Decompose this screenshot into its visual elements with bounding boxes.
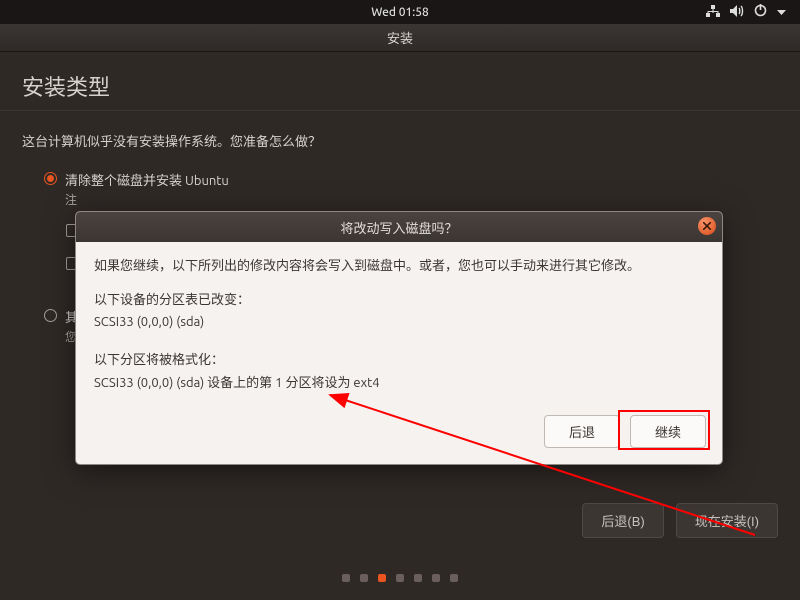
back-button[interactable]: 后退(B) (582, 503, 663, 538)
window-title: 安装 (387, 28, 413, 47)
chevron-down-icon[interactable] (777, 6, 786, 19)
window-titlebar: 安装 (0, 24, 800, 52)
install-now-button[interactable]: 现在安装(I) (676, 503, 778, 538)
radio-other[interactable] (44, 309, 57, 322)
volume-icon[interactable] (730, 5, 744, 20)
dialog-intro: 如果您继续，以下所列出的修改内容将会写入到磁盘中。或者，您也可以手动来进行其它修… (94, 256, 704, 276)
network-icon[interactable] (706, 5, 720, 20)
fmt-item: SCSI33 (0,0,0) (sda) 设备上的第 1 分区将设为 ext4 (94, 373, 704, 393)
power-icon[interactable] (754, 4, 767, 20)
page-title: 安装类型 (0, 52, 800, 111)
option-erase-disk[interactable]: 清除整个磁盘并安装 Ubuntu 注 (44, 170, 778, 208)
fmt-heading: 以下分区将被格式化： (94, 350, 704, 370)
system-tray[interactable] (706, 4, 786, 20)
pt-changed-item: SCSI33 (0,0,0) (sda) (94, 312, 704, 332)
progress-dots (342, 574, 458, 582)
radio-erase[interactable] (44, 172, 57, 185)
desktop-topbar: Wed 01:58 (0, 0, 800, 24)
clock: Wed 01:58 (371, 6, 429, 19)
dialog-body: 如果您继续，以下所列出的修改内容将会写入到磁盘中。或者，您也可以手动来进行其它修… (76, 242, 722, 409)
dialog-footer: 后退 继续 (76, 409, 722, 464)
install-type-question: 这台计算机似乎没有安装操作系统。您准备怎么做？ (22, 131, 778, 150)
confirm-write-dialog: 将改动写入磁盘吗？ 如果您继续，以下所列出的修改内容将会写入到磁盘中。或者，您也… (75, 211, 723, 465)
dialog-titlebar: 将改动写入磁盘吗？ (76, 212, 722, 242)
dialog-continue-button[interactable]: 继续 (630, 415, 706, 448)
pt-changed-heading: 以下设备的分区表已改变： (94, 290, 704, 310)
dialog-title: 将改动写入磁盘吗？ (340, 218, 457, 237)
dialog-back-button[interactable]: 后退 (544, 415, 620, 448)
close-button[interactable] (698, 217, 716, 235)
wizard-footer: 后退(B) 现在安装(I) (582, 503, 778, 538)
